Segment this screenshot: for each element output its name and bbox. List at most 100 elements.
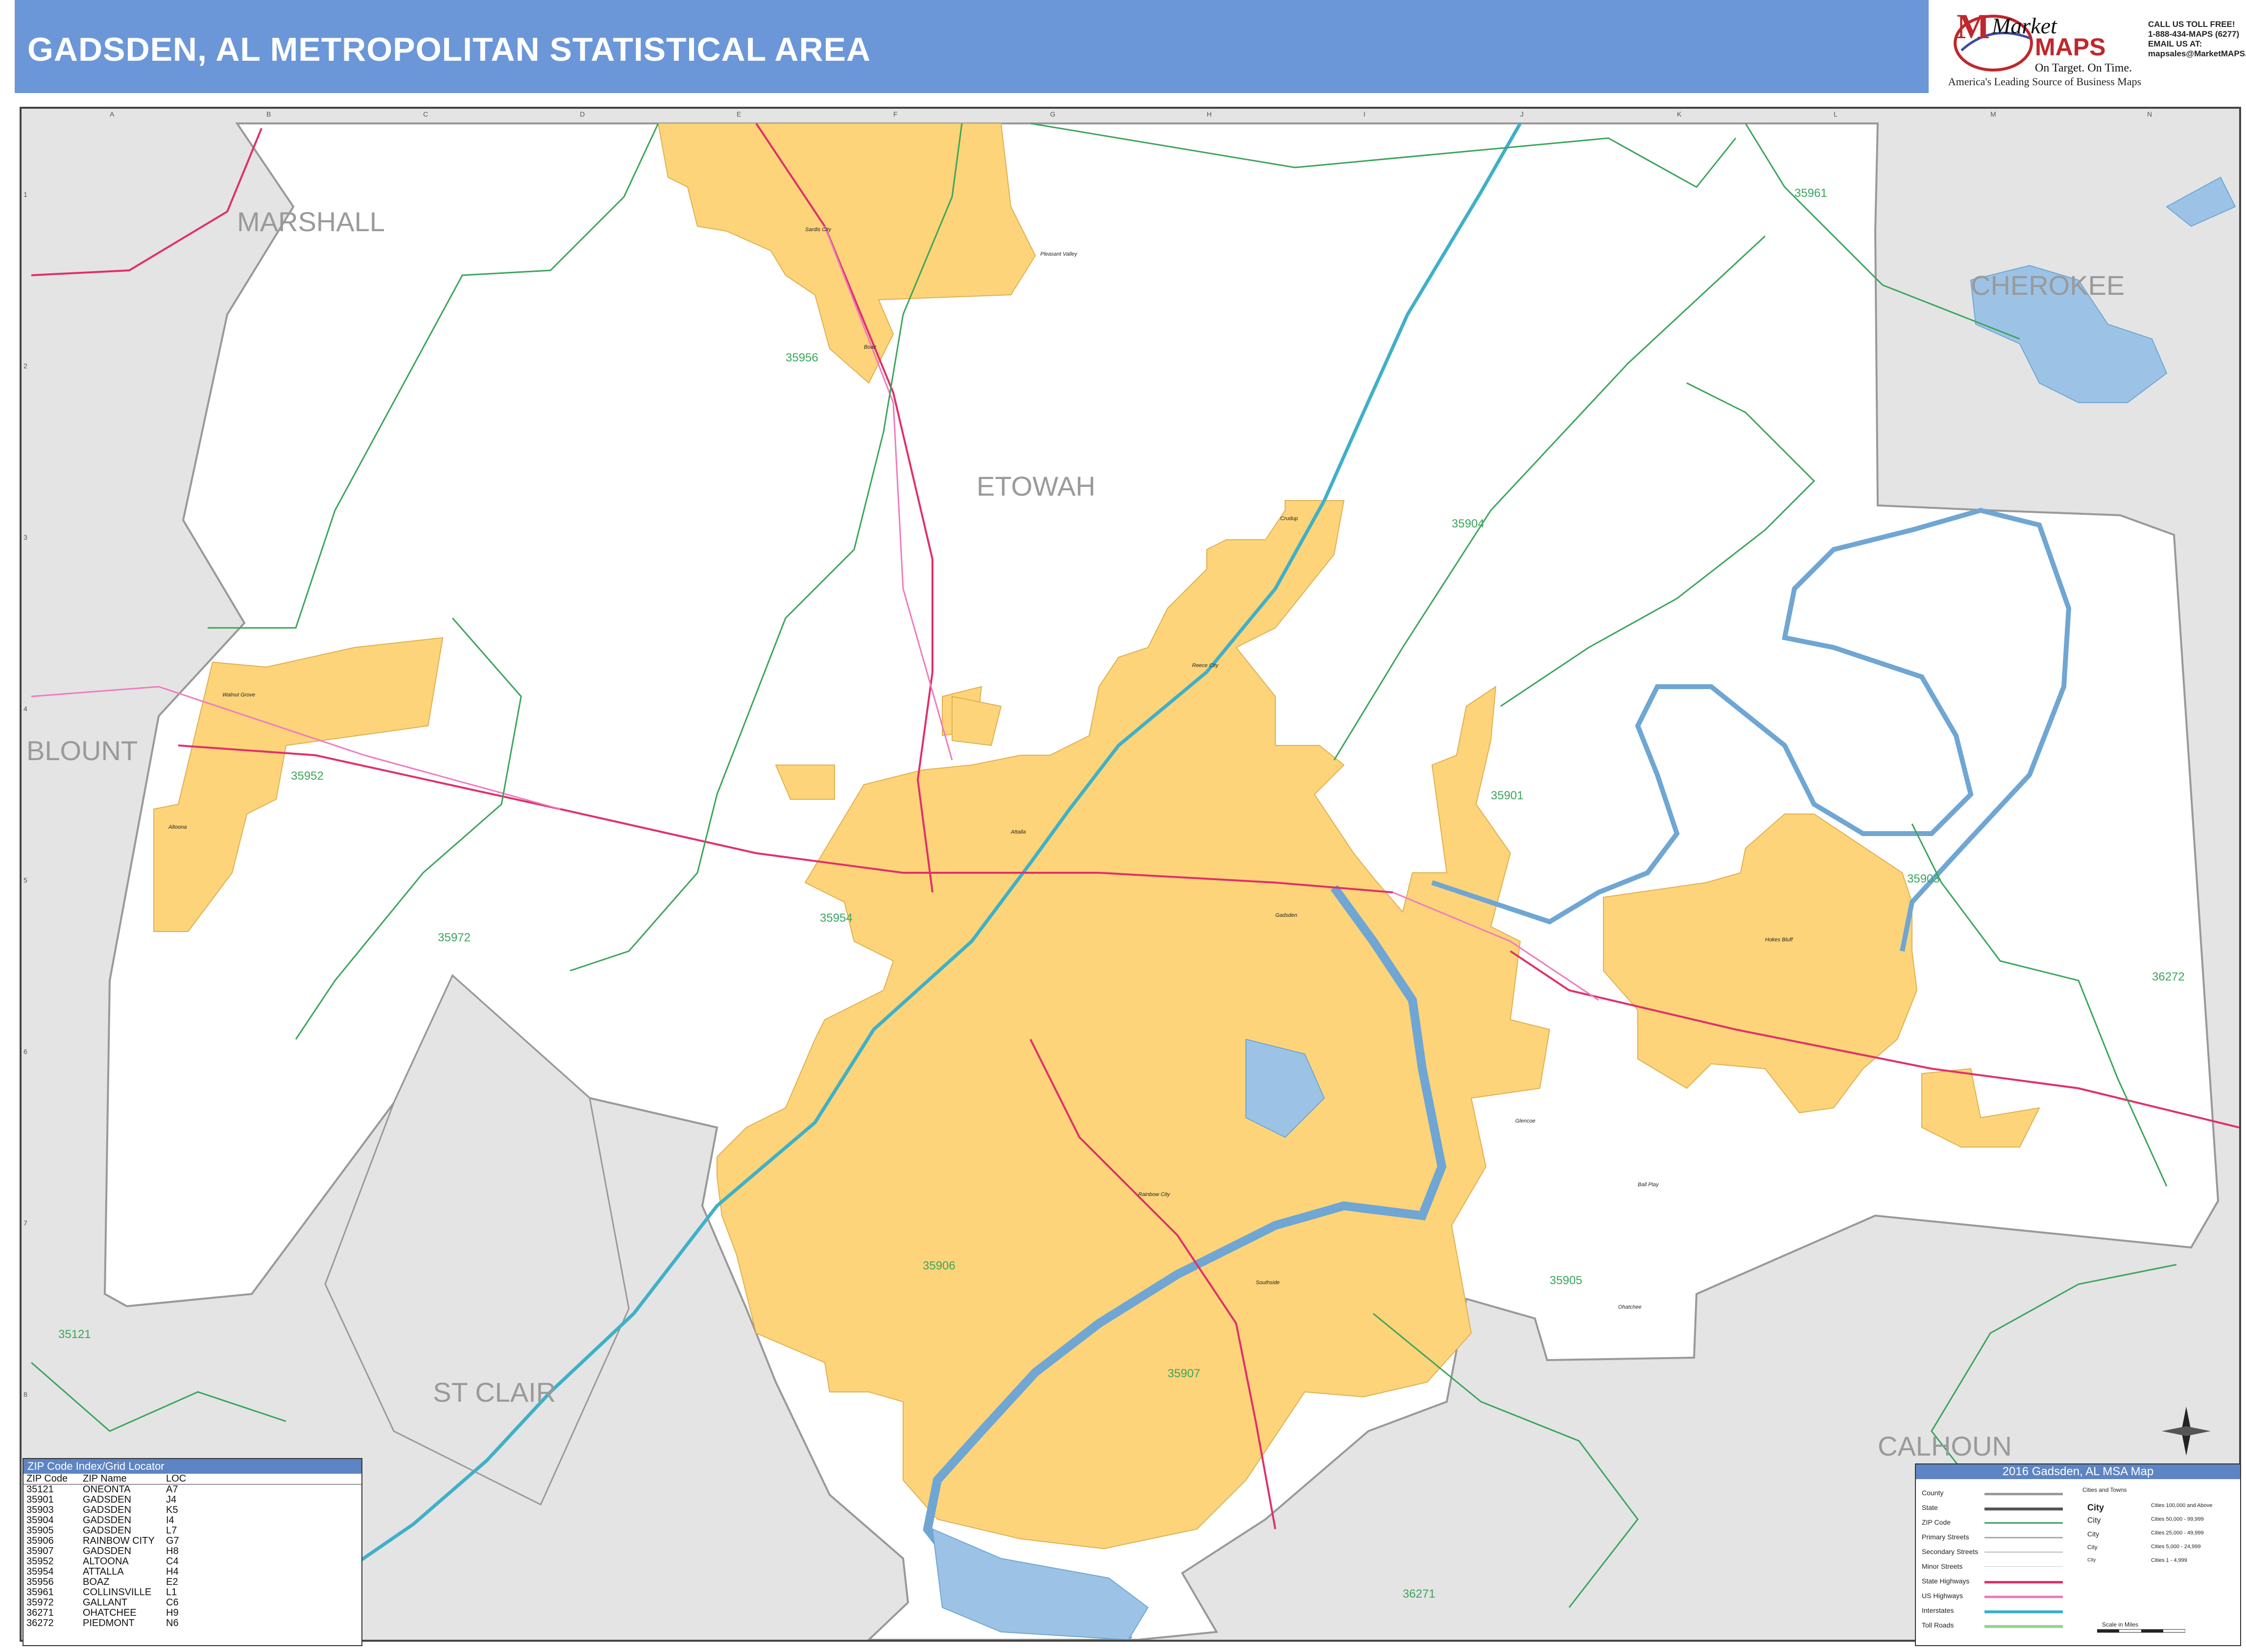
zip-loc-cell: N6 — [166, 1618, 179, 1628]
zip-label: 35961 — [1794, 187, 1827, 200]
zip-loc-cell: A7 — [166, 1484, 178, 1495]
zip-label: 35956 — [786, 351, 818, 364]
compass-rose — [2162, 1407, 2211, 1456]
zip-code-cell: 35901 — [26, 1494, 54, 1505]
legend-city-pop: Cities 25,000 - 49,999 — [2151, 1530, 2204, 1536]
legend-item-label: Interstates — [1922, 1606, 1954, 1614]
grid-column-label: I — [1363, 110, 1365, 118]
zip-index-row: 35907 GADSDEN H8 — [24, 1546, 361, 1556]
zip-index-title: ZIP Code Index/Grid Locator — [24, 1459, 361, 1474]
legend-item-swatch — [1984, 1522, 2063, 1524]
brand-tagline: America's Leading Source of Business Map… — [1948, 75, 2142, 88]
grid-column-label: H — [1207, 110, 1212, 118]
zip-name-cell: RAINBOW CITY — [83, 1535, 155, 1546]
grid-column-label: N — [2147, 110, 2152, 118]
legend-item-swatch — [1984, 1581, 2063, 1583]
marketmaps-logo: M Market MAPS On Target. On Time. — [1954, 7, 2132, 74]
zip-name-cell: ALTOONA — [83, 1556, 129, 1567]
zip-index-row: 35952 ALTOONA C4 — [24, 1556, 361, 1567]
grid-row-label: 3 — [24, 533, 27, 541]
legend-item-swatch — [1984, 1508, 2063, 1510]
zip-code-cell: 35961 — [26, 1587, 54, 1598]
county-label-cherokee: CHEROKEE — [1971, 270, 2125, 301]
zip-index-row: 35903 GADSDEN K5 — [24, 1505, 361, 1515]
city-label: Ohatchee — [1618, 1304, 1642, 1310]
contact-line: EMAIL US AT: — [2148, 39, 2202, 48]
zip-name-cell: BOAZ — [83, 1577, 110, 1587]
zip-index-row: 35121 ONEONTA A7 — [24, 1484, 361, 1495]
legend-item-label: ZIP Code — [1922, 1518, 1951, 1526]
city-label: Ball Play — [1638, 1182, 1659, 1188]
legend-city-pop: Cities 100,000 and Above — [2151, 1503, 2213, 1508]
grid-column-label: A — [110, 110, 115, 118]
county-label-marshall: MARSHALL — [237, 206, 385, 237]
legend-city-size: City — [2087, 1516, 2101, 1525]
zip-code-cell: 35904 — [26, 1515, 54, 1526]
zip-loc-cell: H8 — [166, 1546, 179, 1556]
zip-index-row: 35956 BOAZ E2 — [24, 1577, 361, 1587]
legend-city-size: City — [2087, 1530, 2100, 1538]
city-label: Pleasant Valley — [1040, 251, 1078, 257]
hwy-north — [31, 128, 263, 276]
contact-info: CALL US TOLL FREE! 1-888-434-MAPS (6277)… — [2148, 20, 2246, 59]
grid-row-label: 1 — [24, 191, 27, 198]
zip-code-cell: 35907 — [26, 1546, 54, 1556]
zip-label: 35907 — [1168, 1367, 1200, 1380]
grid-row-label: 4 — [24, 705, 27, 713]
contact-email[interactable]: mapsales@MarketMAPS.com — [2148, 49, 2246, 59]
zip-code-cell: 36271 — [26, 1607, 54, 1618]
zip-name-cell: ATTALLA — [83, 1566, 124, 1577]
zip-label: 35906 — [923, 1259, 956, 1272]
zip-name-cell: GADSDEN — [83, 1494, 131, 1505]
compass-needle — [2162, 1426, 2211, 1436]
city-label: Sardis City — [805, 227, 832, 233]
zip-code-cell: 35903 — [26, 1505, 54, 1515]
grid-row-label: 8 — [24, 1390, 27, 1398]
zip-code-cell: 35956 — [26, 1577, 54, 1587]
legend-item-label: State Highways — [1922, 1577, 1970, 1585]
zip-code-cell: 36272 — [26, 1618, 54, 1628]
county-label-blount: BLOUNT — [26, 735, 138, 766]
city-label: Altoona — [168, 824, 187, 830]
legend-item-label: Toll Roads — [1922, 1621, 1954, 1629]
grid-column-label: E — [737, 110, 741, 118]
county-label-st-clair: ST CLAIR — [433, 1377, 556, 1408]
zip-index-row: 35954 ATTALLA H4 — [24, 1567, 361, 1577]
zip-index-row: 35901 GADSDEN J4 — [24, 1495, 361, 1505]
scale-bar — [2097, 1629, 2185, 1633]
zip-loc-cell: I4 — [166, 1515, 174, 1526]
legend-item-label: State — [1922, 1504, 1938, 1511]
zip-label: 35901 — [1491, 789, 1524, 802]
zip-boundary — [31, 1362, 287, 1432]
city-label: Hokes Bluff — [1765, 937, 1793, 943]
zip-header-loc: LOC — [166, 1473, 187, 1484]
zip-name-cell: OHATCHEE — [83, 1607, 137, 1618]
zip-loc-cell: H4 — [166, 1566, 179, 1577]
legend-item-label: Minor Streets — [1922, 1562, 1963, 1570]
contact-phone: 1-888-434-MAPS (6277) — [2148, 29, 2240, 39]
zip-index-panel: ZIP Code Index/Grid Locator ZIP Code ZIP… — [23, 1458, 362, 1646]
zip-name-cell: GADSDEN — [83, 1546, 131, 1556]
map-frame[interactable]: A B C D E F G H I J K L M N 1 2 3 4 5 6 7 8 MARSHALL CHEROKE… — [20, 107, 2241, 1642]
grid-column-label: B — [266, 110, 271, 118]
grid-column-label: C — [423, 110, 428, 118]
legend-item-label: County — [1922, 1489, 1944, 1497]
zip-name-cell: GADSDEN — [83, 1525, 131, 1536]
zip-label: 35905 — [1550, 1274, 1582, 1287]
map-canvas[interactable]: A B C D E F G H I J K L M N 1 2 3 4 5 6 7 8 MARSHALL CHEROKE… — [22, 109, 2239, 1640]
city-label: Attalla — [1010, 829, 1026, 835]
city-label: Southside — [1256, 1280, 1280, 1286]
zip-code-cell: 35954 — [26, 1566, 54, 1577]
zip-label: 35904 — [1452, 517, 1484, 530]
zip-loc-cell: J4 — [166, 1494, 177, 1505]
grid-column-label: M — [1990, 110, 1996, 118]
legend-item-label: Primary Streets — [1922, 1533, 1969, 1541]
zip-loc-cell: L1 — [166, 1587, 177, 1598]
city-label: Boaz — [864, 344, 877, 350]
county-label-calhoun: CALHOUN — [1878, 1431, 2012, 1461]
legend-item-swatch — [1984, 1493, 2063, 1495]
legend-panel: 2016 Gadsden, AL MSA Map County State ZIP … — [1915, 1463, 2241, 1646]
zip-label: 35952 — [291, 769, 324, 783]
logo-slogan: On Target. On Time. — [2035, 62, 2132, 74]
zip-loc-cell: G7 — [166, 1535, 179, 1546]
